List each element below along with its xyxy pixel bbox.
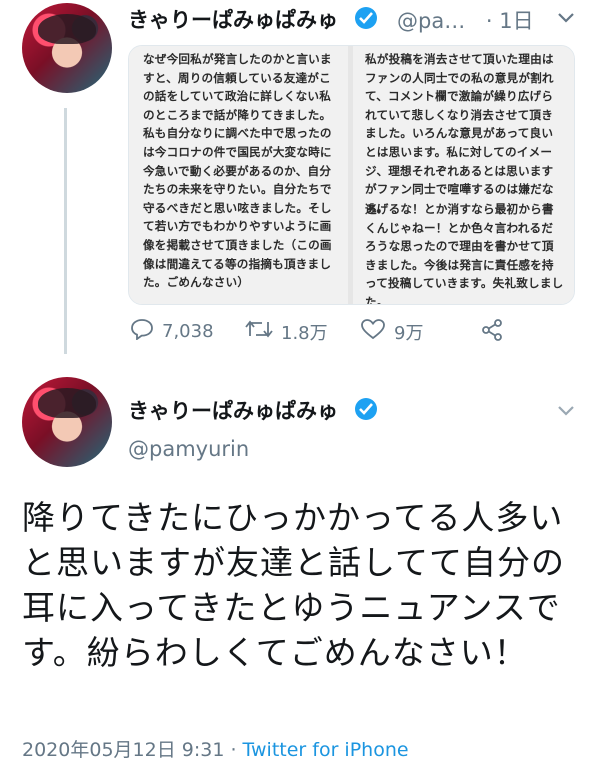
display-name[interactable]: きゃりーぱみゅぱみゅ [128,4,338,34]
handle[interactable]: @pamyurin [128,437,249,461]
tweet-meta: 2020年05月12日 9:31 · Twitter for iPhone [22,735,409,762]
verified-badge-icon [355,7,377,29]
thread-connector-line [64,108,67,354]
image-text-right-1: 私が投稿を消去させて頂いた理由はファンの人同士での私の意見が割れて、コメント欄で… [365,52,554,215]
tweet-timestamp[interactable]: 2020年05月12日 9:31 · [22,739,243,761]
tweet-image[interactable]: なぜ今回私が発言したのかと言いますと、周りの信頼している友達がこの話をしていて政… [128,45,575,305]
tweet-text: 降りてきたにひっかかってる人多いと思いますが友達と話してて自分の耳に入ってきたと… [22,498,566,672]
avatar[interactable] [22,377,112,467]
reply-button[interactable]: 7,038 [130,318,214,345]
display-name[interactable]: きゃりーぱみゅぱみゅ [128,395,338,425]
chevron-down-icon[interactable] [556,10,576,29]
image-text-left: なぜ今回私が発言したのかと言いますと、周りの信頼している友達がこの話をしていて政… [143,52,332,290]
retweet-icon [245,318,273,345]
like-icon [360,318,386,345]
retweet-count: 1.8万 [281,322,328,344]
like-button[interactable]: 9万 [360,318,423,345]
tweet-actions: 7,038 1.8万 9万 [130,318,570,348]
handle-text[interactable]: @pa… [397,9,465,33]
retweet-button[interactable]: 1.8万 [245,318,328,345]
verified-badge-icon [355,398,377,420]
reply-icon [130,318,154,345]
tweet-time[interactable]: · 1日 [486,9,534,33]
image-text-right-2: 逃げるな！とか消すなら最初から書くんじゃねー！とか色々言われるだろうな思ったので… [365,202,564,305]
reply-count: 7,038 [162,321,214,342]
like-count: 9万 [394,322,424,344]
share-icon [480,318,504,347]
tweet-source-link[interactable]: Twitter for iPhone [243,739,409,761]
handle[interactable]: @pa… · 1日 [397,5,534,35]
share-button[interactable] [480,318,504,347]
chevron-down-icon[interactable] [556,403,576,422]
avatar[interactable] [22,3,112,93]
